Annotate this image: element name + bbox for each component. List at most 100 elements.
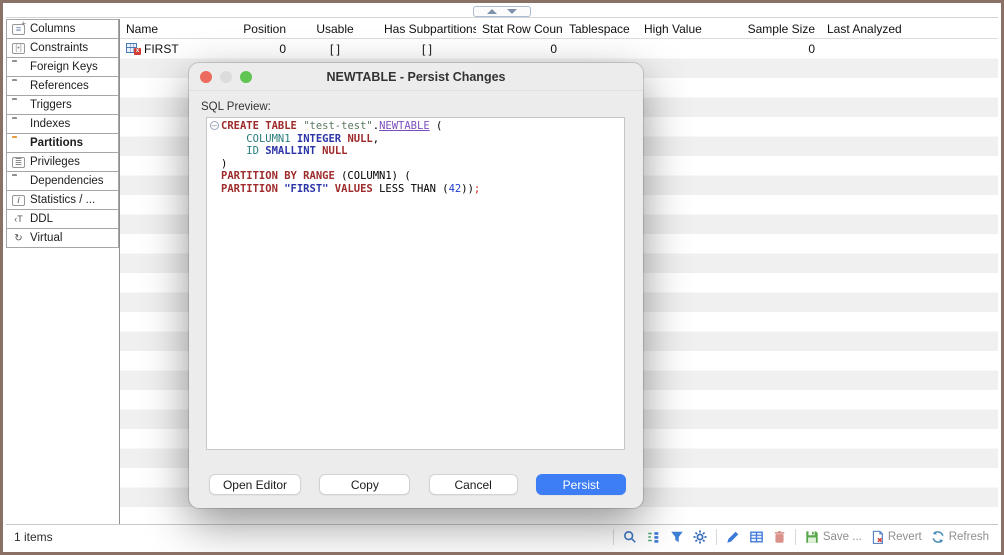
- sidebar-item-label: Dependencies: [30, 175, 104, 187]
- sidebar-item-foreign-keys[interactable]: Foreign Keys: [6, 57, 119, 77]
- revert-icon: [871, 530, 884, 544]
- folder-icon: [12, 81, 25, 92]
- sql-line-1: CREATE TABLE "test-test".NEWTABLE (: [221, 120, 480, 133]
- cell-has-subpartitions: [ ]: [378, 42, 476, 56]
- sql-preview-editor[interactable]: CREATE TABLE "test-test".NEWTABLE ( COLU…: [206, 117, 625, 450]
- columns-icon: [12, 24, 25, 35]
- panel-config-icon[interactable]: [646, 530, 661, 544]
- sidebar-item-label: Columns: [30, 23, 75, 35]
- sidebar-item-label: Indexes: [30, 118, 70, 130]
- fold-collapse-icon[interactable]: [210, 121, 219, 130]
- cell-stat-row-count: 0: [476, 42, 563, 56]
- column-header-tablespace[interactable]: Tablespace: [563, 22, 638, 36]
- folder-icon: [12, 100, 25, 111]
- persist-button[interactable]: Persist: [536, 474, 626, 495]
- dialog-titlebar[interactable]: NEWTABLE - Persist Changes: [189, 63, 643, 91]
- save-button[interactable]: Save ...: [805, 530, 862, 544]
- cancel-button[interactable]: Cancel: [429, 474, 518, 495]
- column-header-has-subpartitions[interactable]: Has Subpartitions: [378, 22, 476, 36]
- column-header-name[interactable]: Name: [120, 22, 207, 36]
- collapse-up-icon[interactable]: [487, 9, 497, 14]
- items-count: 1 items: [6, 530, 53, 544]
- sql-line-2: COLUMN1 INTEGER NULL,: [221, 133, 480, 146]
- sidebar-item-label: Partitions: [30, 137, 83, 149]
- constraints-icon: [12, 43, 25, 54]
- traffic-lights: [200, 71, 252, 83]
- pane-collapse-control[interactable]: [473, 6, 531, 17]
- sidebar-item-label: Constraints: [30, 42, 88, 54]
- copy-button[interactable]: Copy: [319, 474, 410, 495]
- zoom-icon[interactable]: [240, 71, 252, 83]
- save-label: Save ...: [823, 531, 862, 543]
- column-header-usable[interactable]: Usable: [292, 22, 378, 36]
- gear-icon[interactable]: [693, 530, 707, 544]
- grid-header: Name Position Usable Has Subpartitions S…: [120, 19, 998, 39]
- refresh-icon: [931, 530, 945, 544]
- filter-icon[interactable]: [670, 530, 684, 544]
- folder-icon: [12, 62, 25, 73]
- sidebar-item-label: Virtual: [30, 232, 62, 244]
- revert-button[interactable]: Revert: [871, 530, 922, 544]
- sql-line-6: PARTITION "FIRST" VALUES LESS THAN (42))…: [221, 183, 480, 196]
- ddl-icon: [12, 214, 25, 225]
- sql-line-4: ): [221, 158, 480, 171]
- sql-line-3: ID SMALLINT NULL: [221, 145, 480, 158]
- status-bar: 1 items: [6, 524, 998, 549]
- privileges-icon: [12, 157, 25, 168]
- close-icon[interactable]: [200, 71, 212, 83]
- sidebar-item-label: References: [30, 80, 89, 92]
- toolbar-separator: [716, 529, 717, 545]
- folder-orange-icon: [12, 138, 25, 149]
- persist-changes-dialog: NEWTABLE - Persist Changes SQL Preview: …: [189, 63, 643, 508]
- trash-icon[interactable]: [773, 530, 786, 544]
- cell-position: 0: [207, 42, 292, 56]
- sidebar-item-virtual[interactable]: Virtual: [6, 228, 119, 248]
- sql-preview-label: SQL Preview:: [201, 101, 643, 113]
- search-icon[interactable]: [623, 530, 637, 544]
- sidebar-item-label: Statistics / ...: [30, 194, 95, 206]
- column-header-position[interactable]: Position: [207, 22, 292, 36]
- collapse-down-icon[interactable]: [507, 9, 517, 14]
- column-header-sample-size[interactable]: Sample Size: [735, 22, 821, 36]
- editor-gutter: [207, 118, 221, 449]
- dialog-title: NEWTABLE - Persist Changes: [327, 70, 506, 84]
- column-header-stat-row-count[interactable]: Stat Row Count: [476, 22, 563, 36]
- save-icon: [805, 530, 819, 544]
- folder-icon: [12, 176, 25, 187]
- edit-pencil-icon[interactable]: [726, 530, 740, 544]
- sidebar-item-label: Privileges: [30, 156, 80, 168]
- open-editor-button[interactable]: Open Editor: [209, 474, 301, 495]
- sidebar-item-privileges[interactable]: Privileges: [6, 152, 119, 172]
- sidebar-item-label: Foreign Keys: [30, 61, 98, 73]
- folder-icon: [12, 119, 25, 130]
- sidebar-item-columns[interactable]: Columns: [6, 19, 119, 39]
- toolbar-separator: [795, 529, 796, 545]
- minimize-icon: [220, 71, 232, 83]
- table-row[interactable]: x FIRST 0 [ ] [ ] 0 0: [120, 39, 998, 59]
- cell-sample-size: 0: [735, 42, 821, 56]
- app-window: Columns Constraints Foreign Keys Referen…: [0, 0, 1004, 555]
- grid-view-icon[interactable]: [749, 530, 764, 544]
- top-strip: [6, 6, 998, 18]
- sidebar: Columns Constraints Foreign Keys Referen…: [6, 19, 119, 524]
- sql-line-5: PARTITION BY RANGE (COLUMN1) (: [221, 170, 480, 183]
- sidebar-item-indexes[interactable]: Indexes: [6, 114, 119, 134]
- sidebar-item-dependencies[interactable]: Dependencies: [6, 171, 119, 191]
- refresh-label: Refresh: [949, 531, 989, 543]
- sidebar-item-constraints[interactable]: Constraints: [6, 38, 119, 58]
- sidebar-item-label: DDL: [30, 213, 53, 225]
- refresh-button[interactable]: Refresh: [931, 530, 989, 544]
- column-header-high-value[interactable]: High Value: [638, 22, 735, 36]
- sidebar-item-statistics[interactable]: Statistics / ...: [6, 190, 119, 210]
- sidebar-item-triggers[interactable]: Triggers: [6, 95, 119, 115]
- cell-usable: [ ]: [292, 42, 378, 56]
- sidebar-item-ddl[interactable]: DDL: [6, 209, 119, 229]
- toolbar-separator: [613, 529, 614, 545]
- sidebar-item-references[interactable]: References: [6, 76, 119, 96]
- virtual-icon: [12, 233, 25, 244]
- sql-code: CREATE TABLE "test-test".NEWTABLE ( COLU…: [221, 118, 480, 449]
- sidebar-item-partitions[interactable]: Partitions: [6, 133, 119, 153]
- column-header-last-analyzed[interactable]: Last Analyzed: [821, 22, 907, 36]
- statistics-icon: [12, 195, 25, 206]
- status-toolbar: Save ... Revert Refresh: [613, 529, 998, 545]
